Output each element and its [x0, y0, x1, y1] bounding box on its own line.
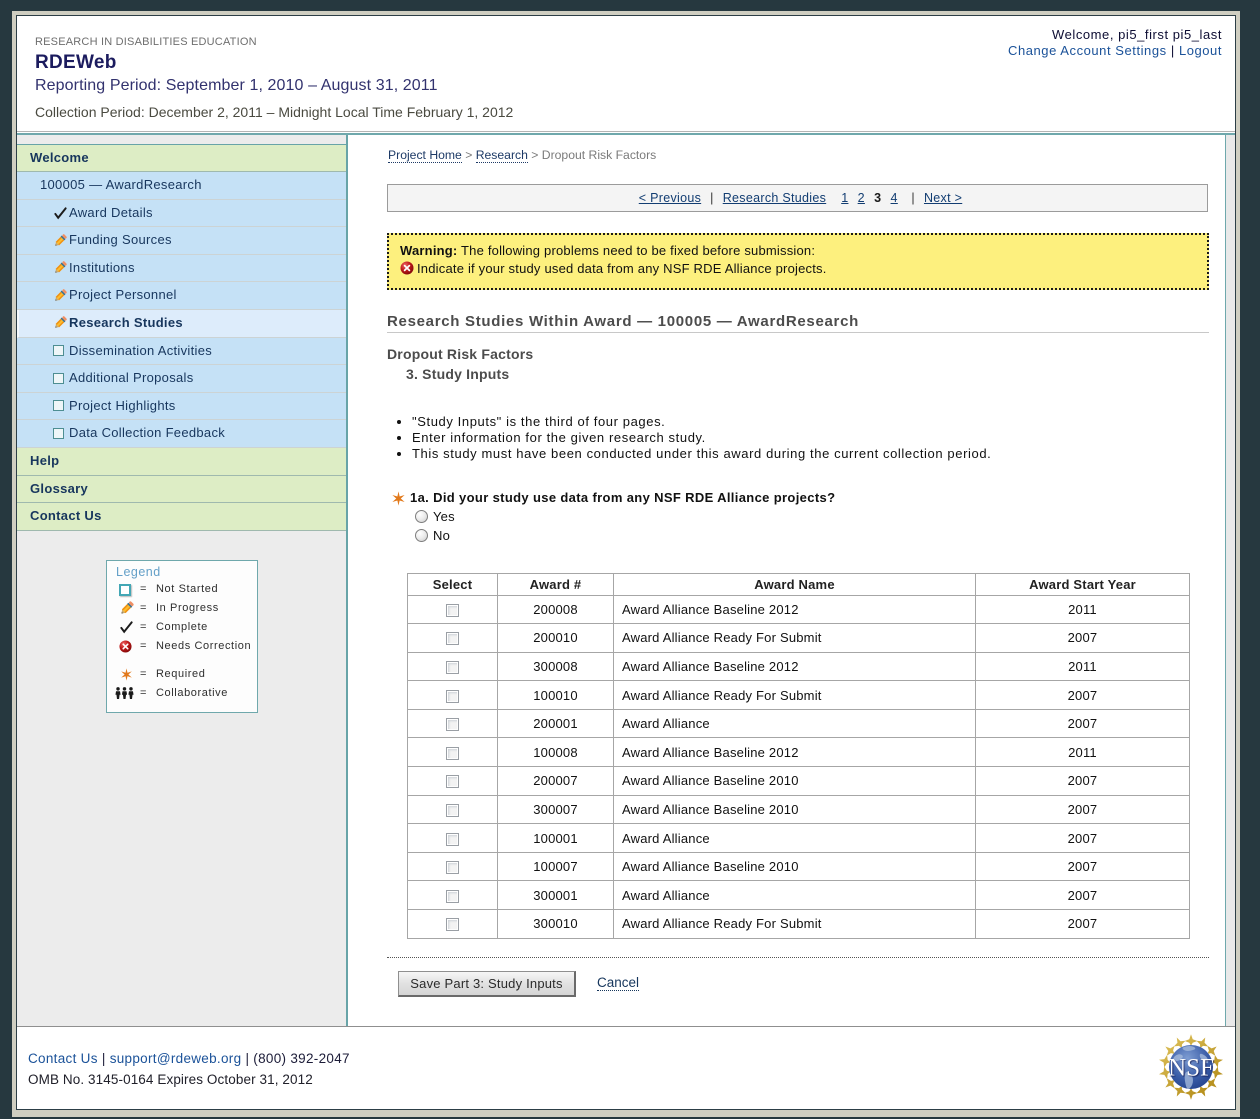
svg-text:NSF: NSF: [1168, 1055, 1214, 1082]
